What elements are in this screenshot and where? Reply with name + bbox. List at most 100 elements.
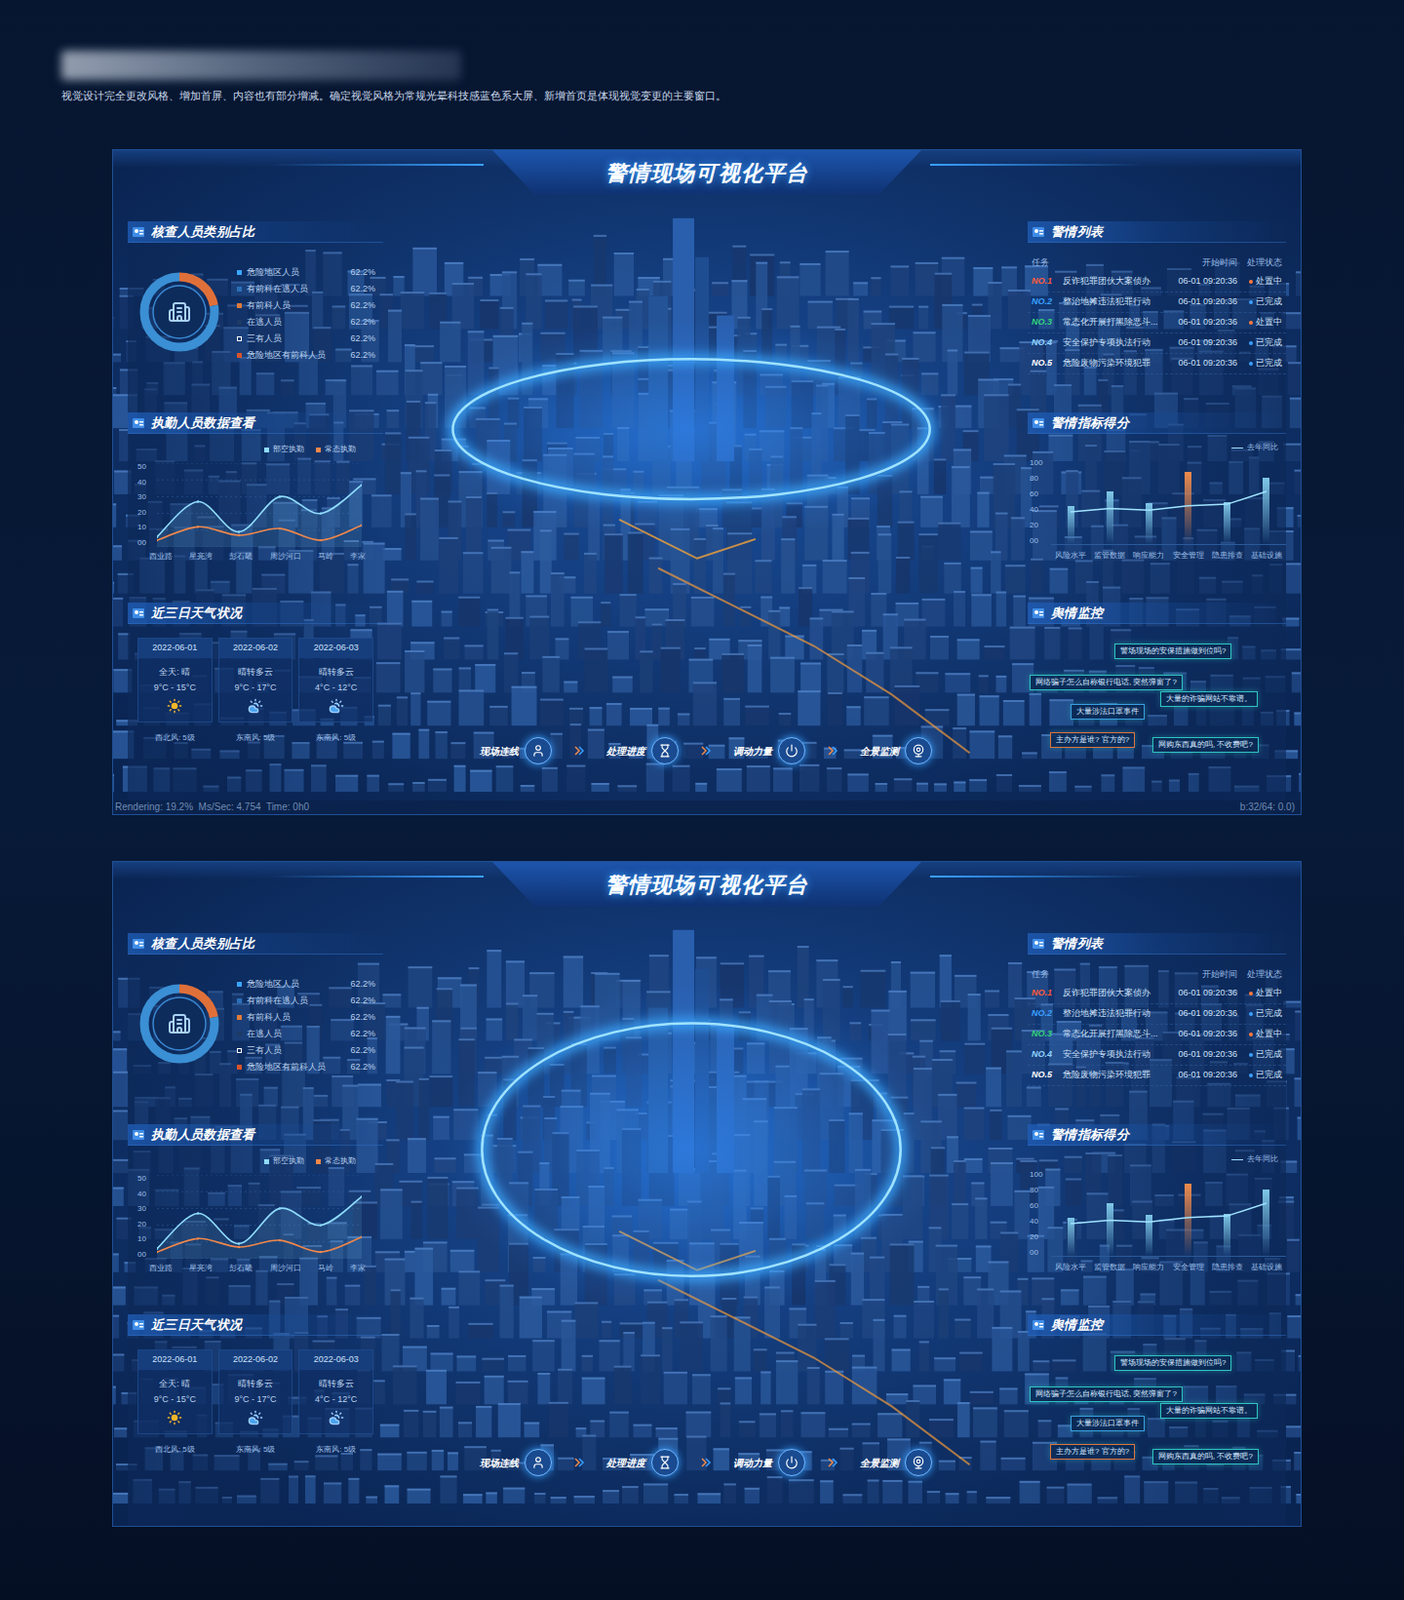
table-row[interactable]: NO.3常态化开展打黑除恶斗...06-01 09:20:36处置中	[1027, 1024, 1287, 1046]
y-tick: 40	[137, 1190, 154, 1199]
legend-dot	[236, 286, 242, 292]
opinion-bubble[interactable]: 大量的诈骗网站不靠谱。	[1160, 1403, 1258, 1419]
y-tick: 10	[137, 523, 154, 532]
badge-icon	[1031, 606, 1046, 621]
panel-title: 舆情监控	[1051, 603, 1103, 624]
chevron-icon	[700, 1456, 712, 1469]
legend-dot	[236, 352, 242, 358]
panel-header: 执勤人员数据查看	[127, 1124, 384, 1146]
legend-dot	[236, 1031, 242, 1037]
badge-icon	[131, 225, 146, 239]
table-row[interactable]: NO.2整治地摊违法犯罪行动06-01 09:20:36已完成	[1027, 292, 1287, 313]
table-row[interactable]: NO.4安全保护专项执法行动06-01 09:20:36已完成	[1027, 1045, 1287, 1066]
table-row[interactable]: NO.1反诈犯罪团伙大案侦办06-01 09:20:36处置中	[1027, 272, 1287, 293]
dashboard: 警情现场可视化平台核查人员类别占比危险地区人员62.2%有前科在逃人员62.2%…	[112, 149, 1302, 816]
action-button[interactable]: 调动力量	[733, 737, 806, 765]
left-column: 核查人员类别占比危险地区人员62.2%有前科在逃人员62.2%有前科人员62.2…	[127, 221, 384, 815]
badge-icon	[131, 1318, 146, 1332]
panel-header: 核查人员类别占比	[127, 933, 384, 955]
panel-header: 近三日天气状况	[127, 602, 384, 624]
y-tick: 50	[137, 463, 154, 471]
opinion-bubble[interactable]: 网购东西真的吗, 不收费吧?	[1152, 737, 1259, 753]
opinion-bubble[interactable]: 警场现场的安保措施做到位吗?	[1114, 1355, 1232, 1371]
dashboard: 警情现场可视化平台核查人员类别占比危险地区人员62.2%有前科在逃人员62.2%…	[112, 860, 1302, 1527]
y-tick: 00	[137, 1250, 154, 1259]
title-bar: 警情现场可视化平台	[113, 150, 1301, 205]
table-row[interactable]: NO.5危险废物污染环境犯罪06-01 09:20:36已完成	[1027, 353, 1287, 375]
opinion-bubble[interactable]: 网购东西真的吗, 不收费吧?	[1152, 1448, 1259, 1465]
bar-chart	[1051, 1170, 1287, 1257]
action-bar: 现场连线 处理进度 调动力量 全景监测	[479, 737, 933, 765]
badge-icon	[131, 936, 146, 951]
x-label: 马岭	[317, 1262, 334, 1275]
weather-day: 2022-06-03晴转多云4°C - 12°C东南风: 5级	[298, 1349, 374, 1456]
action-button[interactable]: 处理进度	[606, 1448, 679, 1477]
bar	[1223, 502, 1231, 546]
y-tick: 20	[137, 1220, 154, 1229]
action-button[interactable]: 全景监测	[859, 1448, 933, 1477]
panel-header: 舆情监控	[1027, 1314, 1287, 1336]
weather-day: 2022-06-03晴转多云4°C - 12°C东南风: 5级	[298, 637, 374, 744]
weather-day: 2022-06-01全天: 晴9°C - 15°C西北风: 5级	[137, 1349, 213, 1456]
opinion-bubble[interactable]: 警场现场的安保措施做到位吗?	[1114, 643, 1232, 660]
opinion-bubble[interactable]: 大量的诈骗网站不靠谱。	[1160, 691, 1258, 707]
bar	[1262, 477, 1270, 545]
panel-header: 警情列表	[1027, 933, 1287, 955]
opinion-bubble[interactable]: 主办方是谁? 官方的?	[1050, 1443, 1135, 1460]
action-button[interactable]: 现场连线	[479, 737, 552, 765]
table-row[interactable]: NO.5危险废物污染环境犯罪06-01 09:20:36已完成	[1027, 1065, 1287, 1087]
table-row[interactable]: NO.2整治地摊违法犯罪行动06-01 09:20:36已完成	[1027, 1004, 1287, 1025]
legend-row: 有前科在逃人员62.2%	[236, 280, 376, 298]
wind: 西北风: 5级	[155, 1443, 195, 1456]
legend-row: 危险地区人员62.2%	[236, 975, 376, 993]
legend-item: 去年同比	[1247, 441, 1279, 454]
page: 视觉设计完全更改风格、增加首屏、内容也有部分增减。确定视觉风格为常规光晕科技感蓝…	[0, 0, 1404, 1600]
legend-row: 有前科人员62.2%	[236, 297, 376, 314]
panel-header: 核查人员类别占比	[127, 221, 384, 243]
legend-dot	[236, 1064, 242, 1070]
opinion-bubble[interactable]: 网络骗子怎么自称银行电话, 突然弹窗了?	[1029, 674, 1183, 691]
legend-item: 常态执勤	[315, 443, 356, 456]
status-dot	[1248, 320, 1253, 325]
legend-item: 常态执勤	[315, 1155, 356, 1168]
panel-header: 近三日天气状况	[127, 1314, 384, 1336]
table-row[interactable]: NO.1反诈犯罪团伙大案侦办06-01 09:20:36处置中	[1027, 983, 1287, 1005]
legend-dot	[236, 1014, 242, 1020]
line-series	[156, 1235, 362, 1253]
x-label: 隐患排查	[1208, 549, 1248, 562]
x-label: 星亮湾	[189, 550, 213, 563]
y-tick: 60	[1029, 1202, 1048, 1210]
legend-dot	[236, 303, 242, 309]
bar	[1223, 1213, 1231, 1257]
y-tick: 40	[1029, 506, 1048, 514]
opinion-bubble[interactable]: 大量涉法口罩事件	[1070, 703, 1145, 720]
legend-dot	[236, 998, 242, 1004]
cloud-sun-icon	[328, 1409, 345, 1426]
table-header: 任务开始时间处理状态	[1027, 966, 1287, 984]
action-button[interactable]: 全景监测	[859, 737, 933, 765]
line-chart	[156, 463, 362, 547]
y-tick: 60	[1029, 490, 1048, 499]
y-tick: 30	[137, 493, 154, 502]
x-label: 安全管理	[1169, 549, 1209, 562]
bar	[1106, 1203, 1114, 1256]
x-label: 李家	[350, 1262, 366, 1275]
opinion-bubble[interactable]: 网络骗子怎么自称银行电话, 突然弹窗了?	[1029, 1386, 1183, 1403]
badge-icon	[131, 1128, 146, 1142]
opinion-bubble[interactable]: 主办方是谁? 官方的?	[1050, 732, 1135, 748]
bar	[1184, 1183, 1192, 1256]
table-row[interactable]: NO.4安全保护专项执法行动06-01 09:20:36已完成	[1027, 333, 1287, 354]
y-tick: 10	[137, 1235, 154, 1244]
right-column: 警情列表任务开始时间处理状态NO.1反诈犯罪团伙大案侦办06-01 09:20:…	[1027, 221, 1287, 815]
action-button[interactable]: 处理进度	[606, 737, 679, 765]
duty-panel: 执勤人员数据查看部空执勤常态执勤504030201000西业路星亮湾彭石畿周沙河…	[127, 1124, 384, 1315]
opinion-bubble[interactable]: 大量涉法口罩事件	[1070, 1415, 1145, 1432]
action-button[interactable]: 调动力量	[733, 1448, 806, 1477]
x-label: 风险水平	[1051, 549, 1091, 562]
action-button[interactable]: 现场连线	[479, 1448, 552, 1477]
x-label: 周沙河口	[270, 550, 302, 563]
status-dot	[1248, 341, 1253, 346]
trend-line	[1051, 1170, 1287, 1256]
y-tick: 50	[137, 1174, 154, 1183]
table-row[interactable]: NO.3常态化开展打黑除恶斗...06-01 09:20:36处置中	[1027, 312, 1287, 334]
